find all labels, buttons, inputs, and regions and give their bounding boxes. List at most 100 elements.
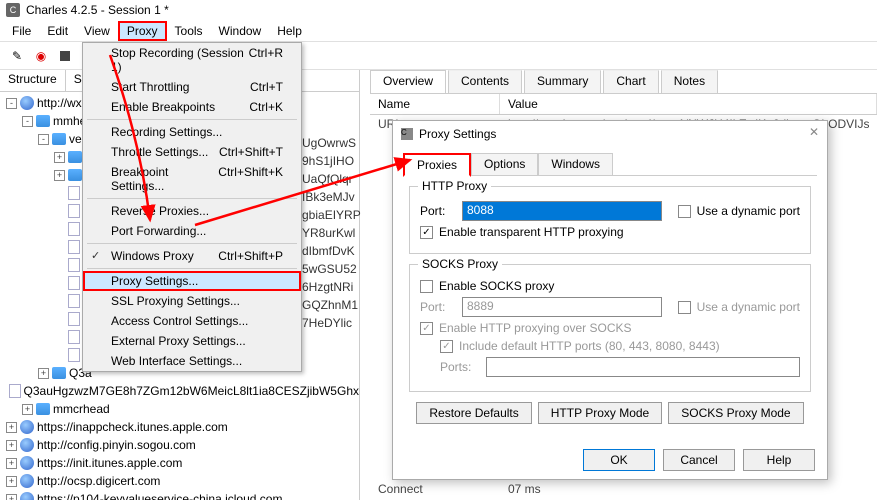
ok-button[interactable]: OK	[583, 449, 655, 471]
menu-label: Port Forwarding...	[111, 224, 206, 238]
menu-label: Reverse Proxies...	[111, 204, 209, 218]
help-button[interactable]: Help	[743, 449, 815, 471]
col-value[interactable]: Value	[500, 94, 877, 114]
socks-mode-button[interactable]: SOCKS Proxy Mode	[668, 402, 803, 424]
col-name[interactable]: Name	[370, 94, 500, 114]
tree-item[interactable]: +https://init.itunes.apple.com	[0, 454, 359, 472]
menu-label: Proxy Settings...	[111, 274, 198, 288]
dialog-title-bar[interactable]: C Proxy Settings ✕	[393, 121, 827, 147]
menu-item-reverse-proxies[interactable]: Reverse Proxies...	[83, 201, 301, 221]
menu-view[interactable]: View	[76, 22, 118, 40]
menu-item-access-control-settings[interactable]: Access Control Settings...	[83, 311, 301, 331]
folder-icon	[68, 151, 82, 163]
record-icon: ◉	[36, 49, 46, 63]
tree-item[interactable]: + http://config.pinyin.sogou.com	[0, 436, 359, 454]
menu-item-throttle-settings[interactable]: Throttle Settings...Ctrl+Shift+T	[83, 142, 301, 162]
include-ports-checkbox: ✓	[440, 340, 453, 353]
enable-socks-checkbox[interactable]	[420, 280, 433, 293]
tab-windows[interactable]: Windows	[538, 153, 613, 175]
expand-icon[interactable]: +	[54, 152, 65, 163]
menu-item-windows-proxy[interactable]: ✓Windows ProxyCtrl+Shift+P	[83, 246, 301, 266]
socks-dynamic-checkbox[interactable]	[678, 301, 691, 314]
table-row[interactable]: Connect 07 ms	[370, 480, 549, 498]
file-icon	[68, 330, 80, 344]
cell-value: 07 ms	[508, 482, 541, 496]
close-icon[interactable]: ✕	[809, 125, 819, 139]
expand-icon[interactable]: +	[6, 494, 17, 500]
tab-options[interactable]: Options	[471, 153, 538, 175]
transparent-checkbox[interactable]: ✓	[420, 226, 433, 239]
dialog-footer: OK Cancel Help	[583, 449, 815, 471]
tab-proxies[interactable]: Proxies	[403, 153, 471, 177]
menu-shortcut: Ctrl+Shift+P	[218, 249, 283, 263]
expand-icon[interactable]: +	[22, 404, 33, 415]
record-button[interactable]: ◉	[30, 45, 52, 67]
window-title: Charles 4.2.5 - Session 1 *	[26, 3, 169, 17]
tab-structure[interactable]: Structure	[0, 70, 66, 91]
menu-label: Breakpoint Settings...	[111, 165, 218, 193]
menu-item-recording-settings[interactable]: Recording Settings...	[83, 122, 301, 142]
tab-overview[interactable]: Overview	[370, 70, 446, 93]
expand-icon[interactable]: -	[22, 116, 33, 127]
tab-summary[interactable]: Summary	[524, 70, 601, 93]
menu-item-external-proxy-settings[interactable]: External Proxy Settings...	[83, 331, 301, 351]
expand-icon[interactable]: -	[6, 98, 17, 109]
folder-icon	[36, 403, 50, 415]
enable-socks-label: Enable SOCKS proxy	[439, 279, 554, 293]
tree-item[interactable]: +https://inappcheck.itunes.apple.com	[0, 418, 359, 436]
folder-icon	[52, 133, 66, 145]
overview-tabs: Overview Contents Summary Chart Notes	[370, 70, 877, 94]
tab-contents[interactable]: Contents	[448, 70, 522, 93]
menu-edit[interactable]: Edit	[39, 22, 76, 40]
port-label: Port:	[420, 204, 456, 218]
port-label: Port:	[420, 300, 456, 314]
stop-icon	[60, 51, 70, 61]
menu-file[interactable]: File	[4, 22, 39, 40]
expand-icon[interactable]: +	[38, 368, 49, 379]
stop-button[interactable]	[54, 45, 76, 67]
partial-filenames: UgOwrwS9hS1jIHOUaQfQlqrIBk3eMJvgbiaEIYRP…	[302, 134, 361, 332]
menu-item-breakpoint-settings[interactable]: Breakpoint Settings...Ctrl+Shift+K	[83, 162, 301, 196]
clear-button[interactable]: ✎	[6, 45, 28, 67]
menu-item-enable-breakpoints[interactable]: Enable BreakpointsCtrl+K	[83, 97, 301, 117]
menu-help[interactable]: Help	[269, 22, 310, 40]
expand-icon[interactable]: +	[6, 440, 17, 451]
globe-icon	[20, 474, 34, 488]
expand-icon[interactable]: +	[6, 422, 17, 433]
file-icon	[68, 276, 80, 290]
menu-label: Stop Recording (Session 1)	[111, 46, 249, 74]
expand-icon[interactable]: +	[6, 476, 17, 487]
tab-notes[interactable]: Notes	[661, 70, 718, 93]
menu-item-ssl-proxying-settings[interactable]: SSL Proxying Settings...	[83, 291, 301, 311]
socks-port-input[interactable]: 8889	[462, 297, 662, 317]
expand-icon[interactable]: +	[6, 458, 17, 469]
expand-icon[interactable]: -	[38, 134, 49, 145]
restore-defaults-button[interactable]: Restore Defaults	[416, 402, 531, 424]
menu-item-proxy-settings[interactable]: Proxy Settings...	[83, 271, 301, 291]
menu-item-port-forwarding[interactable]: Port Forwarding...	[83, 221, 301, 241]
menu-item-stop-recording-session-1[interactable]: Stop Recording (Session 1)Ctrl+R	[83, 43, 301, 77]
tree-item[interactable]: +https://p104-keyvalueservice-china.iclo…	[0, 490, 359, 500]
menu-window[interactable]: Window	[211, 22, 270, 40]
tab-chart[interactable]: Chart	[603, 70, 658, 93]
http-port-input[interactable]: 8088	[462, 201, 662, 221]
tree-item[interactable]: +mmcrhead	[0, 400, 359, 418]
http-over-socks-checkbox: ✓	[420, 322, 433, 335]
http-mode-button[interactable]: HTTP Proxy Mode	[538, 402, 662, 424]
menu-bar: File Edit View Proxy Tools Window Help	[0, 20, 877, 42]
file-icon	[68, 348, 80, 362]
globe-icon	[20, 492, 34, 500]
tree-label: http://wx.	[37, 96, 85, 110]
expand-icon[interactable]: +	[54, 170, 65, 181]
tree-label: http://config.pinyin.sogou.com	[37, 438, 196, 452]
menu-tools[interactable]: Tools	[167, 22, 211, 40]
cancel-button[interactable]: Cancel	[663, 449, 735, 471]
tree-item[interactable]: Q3auHgzwzM7GE8h7ZGm12bW6MeicL8lt1ia8CESZ…	[0, 382, 359, 400]
tree-item[interactable]: +http://ocsp.digicert.com	[0, 472, 359, 490]
file-icon	[68, 294, 80, 308]
dynamic-port-checkbox[interactable]	[678, 205, 691, 218]
menu-proxy[interactable]: Proxy	[118, 21, 167, 41]
file-icon	[68, 258, 80, 272]
menu-item-start-throttling[interactable]: Start ThrottlingCtrl+T	[83, 77, 301, 97]
menu-item-web-interface-settings[interactable]: Web Interface Settings...	[83, 351, 301, 371]
